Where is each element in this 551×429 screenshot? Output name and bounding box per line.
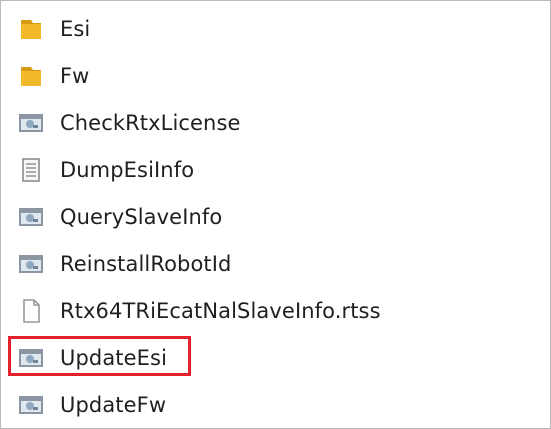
file-explorer-list-panel: Esi Fw CheckRtxLicense DumpEsiInfo Query… <box>0 0 551 429</box>
folder-icon <box>17 15 45 43</box>
application-icon <box>17 250 45 278</box>
application-icon <box>17 109 45 137</box>
file-item-esi[interactable]: Esi <box>1 5 551 52</box>
application-icon <box>17 344 45 372</box>
file-item-reinstallrobotid[interactable]: ReinstallRobotId <box>1 240 551 287</box>
file-name-label: QuerySlaveInfo <box>60 204 223 229</box>
file-name-label: UpdateFw <box>60 392 167 417</box>
blank-file-icon <box>17 297 45 325</box>
application-icon <box>17 203 45 231</box>
file-item-updateesi[interactable]: UpdateEsi <box>1 334 551 381</box>
file-name-label: Rtx64TRiEcatNalSlaveInfo.rtss <box>60 298 381 323</box>
application-icon <box>17 391 45 419</box>
file-name-label: Esi <box>60 16 91 41</box>
file-item-dumpesiinfo[interactable]: DumpEsiInfo <box>1 146 551 193</box>
file-item-updatefw[interactable]: UpdateFw <box>1 381 551 428</box>
folder-icon <box>17 62 45 90</box>
file-name-label: CheckRtxLicense <box>60 110 241 135</box>
file-name-label: DumpEsiInfo <box>60 157 195 182</box>
text-document-icon <box>17 156 45 184</box>
file-name-label: ReinstallRobotId <box>60 251 232 276</box>
file-list: Esi Fw CheckRtxLicense DumpEsiInfo Query… <box>1 5 551 428</box>
file-item-rtx64triecatnalslaveinfo-rtss[interactable]: Rtx64TRiEcatNalSlaveInfo.rtss <box>1 287 551 334</box>
file-item-queryslaveinfo[interactable]: QuerySlaveInfo <box>1 193 551 240</box>
file-name-label: UpdateEsi <box>60 345 167 370</box>
file-name-label: Fw <box>60 63 90 88</box>
file-item-checkrtxlicense[interactable]: CheckRtxLicense <box>1 99 551 146</box>
file-item-fw[interactable]: Fw <box>1 52 551 99</box>
